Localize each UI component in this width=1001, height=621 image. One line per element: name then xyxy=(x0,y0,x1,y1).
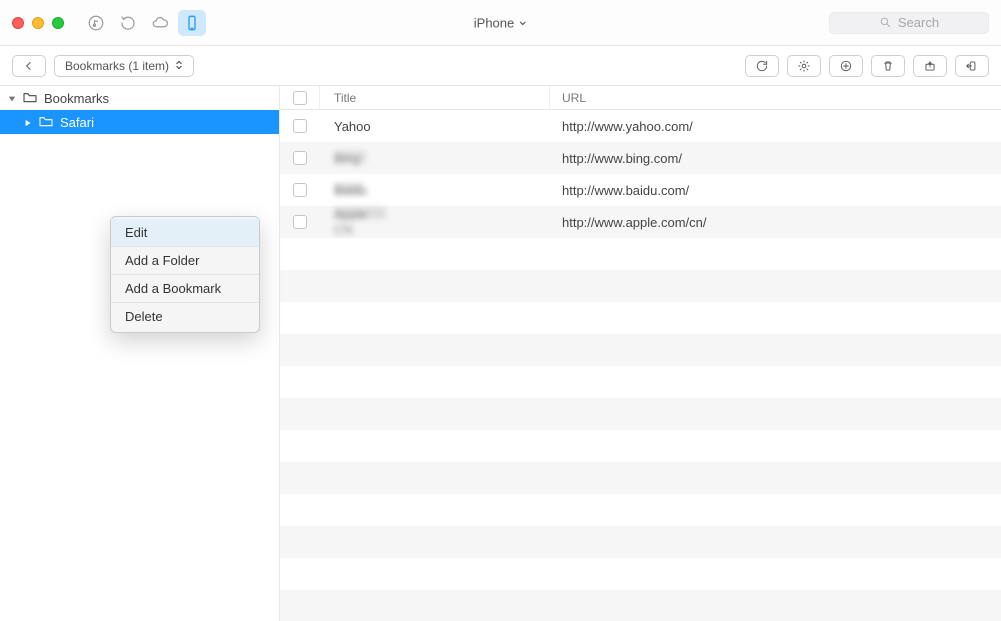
phone-icon[interactable] xyxy=(178,10,206,36)
sidebar-item-safari[interactable]: Safari xyxy=(0,110,279,134)
traffic-lights xyxy=(12,17,64,29)
sidebar-root-label: Bookmarks xyxy=(44,91,109,106)
row-url: http://www.bing.com/ xyxy=(550,151,1001,166)
header-title[interactable]: Title xyxy=(320,86,550,109)
delete-button[interactable] xyxy=(871,55,905,77)
search-input[interactable]: Search xyxy=(829,12,989,34)
main-area: Bookmarks Safari Title URL Yahoohttp://w… xyxy=(0,86,1001,621)
refresh-button[interactable] xyxy=(745,55,779,77)
table-row[interactable]: Yahoohttp://www.yahoo.com/ xyxy=(280,110,1001,142)
music-icon[interactable] xyxy=(82,10,110,36)
titlebar-source-icons xyxy=(82,10,206,36)
table-row[interactable]: Baiduhttp://www.baidu.com/ xyxy=(280,174,1001,206)
context-menu-item[interactable]: Delete xyxy=(111,303,259,330)
row-title: Baidu xyxy=(320,183,550,198)
disclosure-triangle-icon[interactable] xyxy=(8,91,16,106)
sidebar: Bookmarks Safari xyxy=(0,86,280,621)
row-title: Apple CN xyxy=(320,207,550,237)
row-checkbox[interactable] xyxy=(280,119,320,133)
search-placeholder: Search xyxy=(898,15,939,30)
updown-icon xyxy=(175,59,183,73)
window-minimize-button[interactable] xyxy=(32,17,44,29)
table-filler xyxy=(280,238,1001,621)
context-menu-item[interactable]: Add a Folder xyxy=(111,247,259,275)
toolbar: Bookmarks (1 item) xyxy=(0,46,1001,86)
backup-icon[interactable] xyxy=(114,10,142,36)
back-button[interactable] xyxy=(12,55,46,77)
titlebar: iPhone Search xyxy=(0,0,1001,46)
context-menu-item[interactable]: Add a Bookmark xyxy=(111,275,259,303)
device-label: iPhone xyxy=(474,15,514,30)
device-selector[interactable]: iPhone xyxy=(474,15,527,30)
row-url: http://www.baidu.com/ xyxy=(550,183,1001,198)
sidebar-root-bookmarks[interactable]: Bookmarks xyxy=(0,86,279,110)
sidebar-item-label: Safari xyxy=(60,115,94,130)
table-row[interactable]: Binghttp://www.bing.com/ xyxy=(280,142,1001,174)
disclosure-triangle-icon[interactable] xyxy=(24,115,32,130)
header-url[interactable]: URL xyxy=(550,86,1001,109)
row-url: http://www.apple.com/cn/ xyxy=(550,215,1001,230)
chevron-down-icon xyxy=(518,15,527,30)
row-url: http://www.yahoo.com/ xyxy=(550,119,1001,134)
table-header: Title URL xyxy=(280,86,1001,110)
folder-icon xyxy=(38,114,54,131)
table-row[interactable]: Apple CNhttp://www.apple.com/cn/ xyxy=(280,206,1001,238)
cloud-icon[interactable] xyxy=(146,10,174,36)
row-checkbox[interactable] xyxy=(280,215,320,229)
add-button[interactable] xyxy=(829,55,863,77)
row-title: Bing xyxy=(320,151,550,166)
header-checkbox[interactable] xyxy=(280,86,320,109)
row-checkbox[interactable] xyxy=(280,183,320,197)
context-menu-item[interactable]: Edit xyxy=(111,219,259,247)
folder-icon xyxy=(22,90,38,107)
window-zoom-button[interactable] xyxy=(52,17,64,29)
context-menu: EditAdd a FolderAdd a BookmarkDelete xyxy=(110,216,260,333)
to-device-button[interactable] xyxy=(955,55,989,77)
bookmarks-dropdown[interactable]: Bookmarks (1 item) xyxy=(54,55,194,77)
table-body: Yahoohttp://www.yahoo.com/Binghttp://www… xyxy=(280,110,1001,238)
window-close-button[interactable] xyxy=(12,17,24,29)
row-title: Yahoo xyxy=(320,119,550,134)
content-area: Title URL Yahoohttp://www.yahoo.com/Bing… xyxy=(280,86,1001,621)
settings-button[interactable] xyxy=(787,55,821,77)
export-button[interactable] xyxy=(913,55,947,77)
row-checkbox[interactable] xyxy=(280,151,320,165)
bookmarks-label: Bookmarks (1 item) xyxy=(65,59,169,73)
